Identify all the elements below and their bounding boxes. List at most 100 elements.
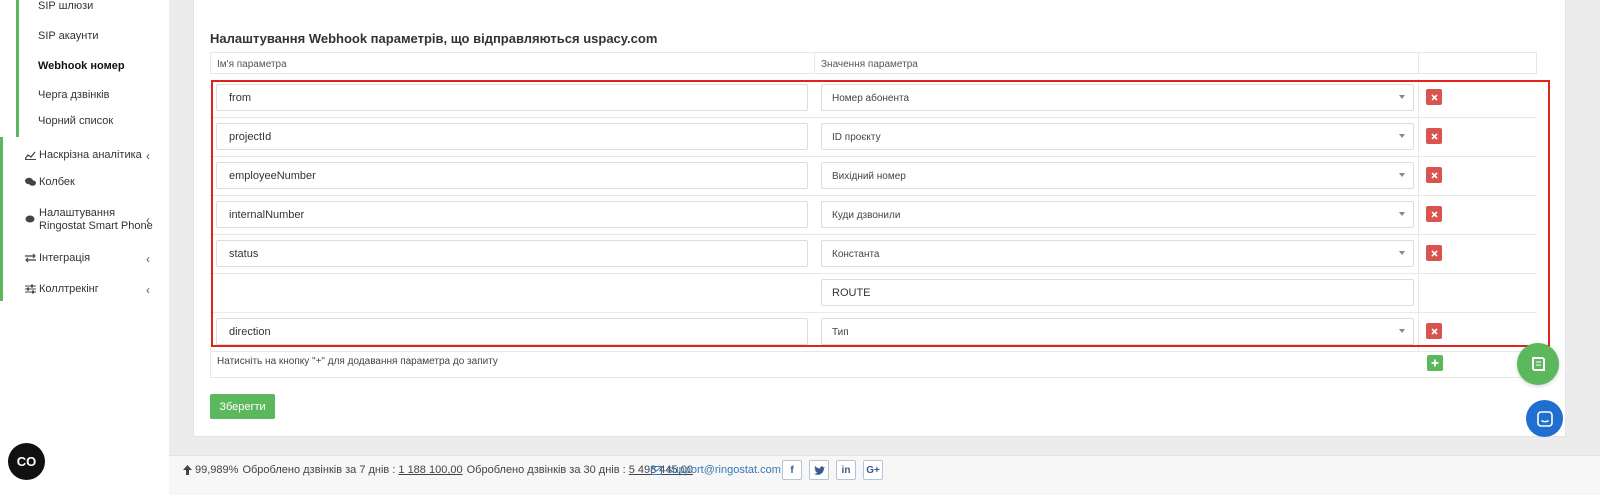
- table-row: internalNumber Куди дзвонили: [210, 196, 1537, 235]
- table-row: ROUTE: [210, 274, 1537, 313]
- constant-value-input[interactable]: ROUTE: [821, 279, 1414, 306]
- sidebar-item-analytics[interactable]: Наскрізна аналітика ‹: [24, 149, 150, 163]
- footer-stats: 99,989% Оброблено дзвінків за 7 днів : 1…: [183, 464, 693, 476]
- stat7-value[interactable]: 1 188 100,00: [398, 464, 462, 476]
- column-header-value: Значення параметра: [814, 52, 1419, 74]
- sidebar-item-callback[interactable]: Колбек: [24, 176, 75, 188]
- select-value: ID проєкту: [832, 132, 881, 143]
- param-name-input[interactable]: direction: [216, 318, 808, 345]
- table-row: from Номер абонента: [210, 79, 1537, 118]
- page-title: Налаштування Webhook параметрів, що відп…: [210, 31, 658, 46]
- sidebar-item-webhook-number[interactable]: Webhook номер: [38, 60, 125, 72]
- chat-icon: [1536, 410, 1553, 427]
- table-row: employeeNumber Вихідний номер: [210, 157, 1537, 196]
- column-divider: [1418, 196, 1419, 235]
- param-value-select[interactable]: Тип: [821, 318, 1414, 345]
- delete-row-button[interactable]: [1426, 245, 1442, 261]
- close-icon: [1430, 171, 1438, 179]
- stat30-label: Оброблено дзвінків за 30 днів :: [466, 464, 626, 476]
- twitter-bird-icon: [813, 465, 825, 475]
- select-value: Константа: [832, 249, 880, 260]
- column-divider: [1418, 79, 1419, 118]
- webhook-settings-panel: Налаштування Webhook параметрів, що відп…: [193, 0, 1566, 437]
- sidebar-item-label: Налаштування: [39, 207, 116, 219]
- sidebar-item-label: Наскрізна аналітика: [39, 149, 142, 161]
- sidebar-item-calltracking[interactable]: Коллтрекінг ‹: [24, 283, 150, 297]
- sidebar-item-sip-accounts[interactable]: SIP акаунти: [38, 30, 99, 42]
- param-value-select[interactable]: Номер абонента: [821, 84, 1414, 111]
- social-links: f in G+: [782, 460, 883, 480]
- sidebar-item-sip-gateways[interactable]: SIP шлюзи: [38, 0, 93, 12]
- delete-row-button[interactable]: [1426, 167, 1442, 183]
- column-divider: [1418, 274, 1419, 313]
- caret-down-icon: [1399, 173, 1405, 177]
- save-button[interactable]: Зберегти: [210, 394, 275, 419]
- param-name-input[interactable]: from: [216, 84, 808, 111]
- submenu-accent-bar: [16, 0, 19, 137]
- stat7-label: Оброблено дзвінків за 7 днів :: [242, 464, 396, 476]
- param-value-select[interactable]: Вихідний номер: [821, 162, 1414, 189]
- column-divider: [1418, 118, 1419, 157]
- sidebar-item-call-queue[interactable]: Черга дзвінків: [38, 89, 109, 101]
- select-value: Номер абонента: [832, 93, 910, 104]
- chat-icon: [24, 213, 36, 225]
- column-divider: [1418, 157, 1419, 196]
- param-name-input[interactable]: employeeNumber: [216, 162, 808, 189]
- sidebar-item-smart-phone[interactable]: Налаштування Ringostat Smart Phone ‹: [24, 207, 153, 233]
- select-value: Тип: [832, 327, 849, 338]
- facebook-icon[interactable]: f: [782, 460, 802, 480]
- param-value-select[interactable]: Константа: [821, 240, 1414, 267]
- chat-bubbles-icon: [24, 176, 36, 188]
- chat-widget-button[interactable]: [1526, 400, 1563, 437]
- caret-down-icon: [1399, 251, 1405, 255]
- sidebar-item-label: Колбек: [39, 176, 75, 188]
- caret-down-icon: [1399, 134, 1405, 138]
- sidebar-item-label: Коллтрекінг: [39, 283, 99, 295]
- support-link[interactable]: support@ringostat.com: [651, 464, 781, 476]
- caret-down-icon: [1399, 329, 1405, 333]
- delete-row-button[interactable]: [1426, 89, 1442, 105]
- param-name-input[interactable]: status: [216, 240, 808, 267]
- param-value-select[interactable]: Куди дзвонили: [821, 201, 1414, 228]
- chevron-left-icon: ‹: [146, 213, 150, 227]
- knowledge-base-button[interactable]: [1517, 343, 1559, 385]
- close-icon: [1430, 249, 1438, 257]
- support-email: support@ringostat.com: [667, 464, 781, 476]
- chevron-left-icon: ‹: [146, 149, 150, 163]
- param-value-select[interactable]: ID проєкту: [821, 123, 1414, 150]
- sidebar-item-blacklist[interactable]: Чорний список: [38, 115, 113, 127]
- chevron-left-icon: ‹: [146, 252, 150, 266]
- param-name-input[interactable]: internalNumber: [216, 201, 808, 228]
- co-widget-button[interactable]: CO: [8, 443, 45, 480]
- param-name-input[interactable]: projectId: [216, 123, 808, 150]
- close-icon: [1430, 132, 1438, 140]
- google-plus-icon[interactable]: G+: [863, 460, 883, 480]
- close-icon: [1430, 93, 1438, 101]
- delete-row-button[interactable]: [1426, 323, 1442, 339]
- sidebar-item-label: Ringostat Smart Phone: [39, 220, 153, 232]
- footer: 99,989% Оброблено дзвінків за 7 днів : 1…: [169, 455, 1600, 495]
- twitter-icon[interactable]: [809, 460, 829, 480]
- caret-down-icon: [1399, 95, 1405, 99]
- select-value: Вихідний номер: [832, 171, 906, 182]
- add-param-button[interactable]: [1427, 355, 1443, 371]
- sidebar: SIP шлюзи SIP акаунти Webhook номер Черг…: [0, 0, 169, 495]
- arrow-up-icon: [183, 465, 192, 475]
- column-divider: [1418, 235, 1419, 274]
- column-header-actions: [1418, 52, 1537, 74]
- sidebar-item-label: Інтеграція: [39, 252, 91, 264]
- table-row: projectId ID проєкту: [210, 118, 1537, 157]
- sidebar-item-integration[interactable]: Інтеграція ‹: [24, 252, 150, 266]
- sliders-icon: [24, 283, 36, 295]
- plus-icon: [1431, 359, 1439, 367]
- select-value: Куди дзвонили: [832, 210, 901, 221]
- delete-row-button[interactable]: [1426, 206, 1442, 222]
- add-param-row: Натисніть на кнопку "+" для додавання па…: [210, 347, 1537, 378]
- linkedin-icon[interactable]: in: [836, 460, 856, 480]
- delete-row-button[interactable]: [1426, 128, 1442, 144]
- caret-down-icon: [1399, 212, 1405, 216]
- close-icon: [1430, 327, 1438, 335]
- envelope-icon: [651, 465, 662, 475]
- exchange-icon: [24, 252, 36, 264]
- column-header-name: Ім'я параметра: [210, 52, 815, 74]
